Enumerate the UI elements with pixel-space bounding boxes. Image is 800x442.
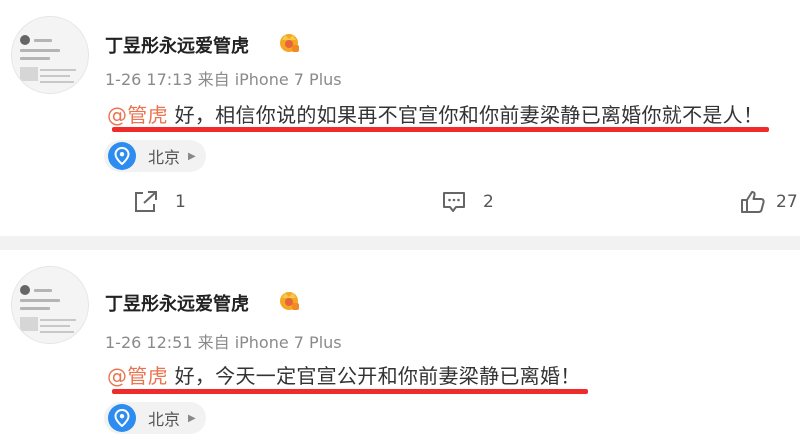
like-button[interactable]: 27 bbox=[740, 190, 798, 214]
comment-button[interactable]: 2 bbox=[441, 190, 494, 214]
location-tag[interactable]: 北京 ▶ bbox=[104, 140, 206, 172]
username[interactable]: 丁昱彤永远爱管虎 bbox=[105, 32, 249, 58]
post-source: 来自 iPhone 7 Plus bbox=[197, 333, 342, 352]
chevron-right-icon: ▶ bbox=[188, 412, 196, 424]
like-count: 27 bbox=[776, 192, 798, 212]
post-timestamp: 1-26 17:13 bbox=[105, 70, 193, 89]
post-text: 好，相信你说的如果再不官宣你和你前妻梁静已离婚你就不是人！ bbox=[167, 103, 764, 127]
avatar[interactable] bbox=[11, 266, 89, 344]
vip-crown-badge-icon bbox=[280, 292, 299, 310]
location-pin-icon bbox=[108, 142, 136, 170]
location-tag[interactable]: 北京 ▶ bbox=[104, 402, 206, 434]
repost-count: 1 bbox=[175, 192, 186, 212]
mention-link[interactable]: @管虎 bbox=[107, 103, 168, 127]
repost-button[interactable]: 1 bbox=[133, 190, 186, 214]
location-label: 北京 bbox=[148, 410, 181, 429]
highlight-underline bbox=[112, 389, 588, 394]
comment-count: 2 bbox=[483, 192, 494, 212]
chevron-right-icon: ▶ bbox=[188, 150, 196, 162]
post-timestamp: 1-26 12:51 bbox=[105, 333, 193, 352]
comment-icon bbox=[443, 192, 465, 212]
post-meta: 1-26 12:51 来自 iPhone 7 Plus bbox=[105, 329, 342, 353]
action-bar: 1 2 27 bbox=[0, 190, 800, 220]
thumbs-up-icon bbox=[741, 191, 765, 213]
location-pin-icon bbox=[108, 404, 136, 432]
post-card: 丁昱彤永远爱管虎 1-26 17:13 来自 iPhone 7 Plus @管虎… bbox=[0, 0, 800, 236]
post-divider bbox=[0, 236, 800, 250]
avatar[interactable] bbox=[11, 16, 89, 94]
username[interactable]: 丁昱彤永远爱管虎 bbox=[105, 290, 249, 316]
post-content: @管虎 好，相信你说的如果再不官宣你和你前妻梁静已离婚你就不是人！ bbox=[107, 99, 763, 128]
highlight-underline bbox=[112, 127, 769, 132]
post-content: @管虎 好，今天一定官宣公开和你前妻梁静已离婚！ bbox=[107, 360, 581, 389]
repost-icon bbox=[135, 191, 157, 212]
vip-crown-badge-icon bbox=[280, 34, 299, 52]
mention-link[interactable]: @管虎 bbox=[107, 364, 168, 388]
location-label: 北京 bbox=[148, 148, 181, 167]
post-text: 好，今天一定官宣公开和你前妻梁静已离婚！ bbox=[167, 364, 581, 388]
post-source: 来自 iPhone 7 Plus bbox=[197, 70, 342, 89]
post-card: 丁昱彤永远爱管虎 1-26 12:51 来自 iPhone 7 Plus @管虎… bbox=[0, 250, 800, 442]
post-meta: 1-26 17:13 来自 iPhone 7 Plus bbox=[105, 66, 342, 90]
